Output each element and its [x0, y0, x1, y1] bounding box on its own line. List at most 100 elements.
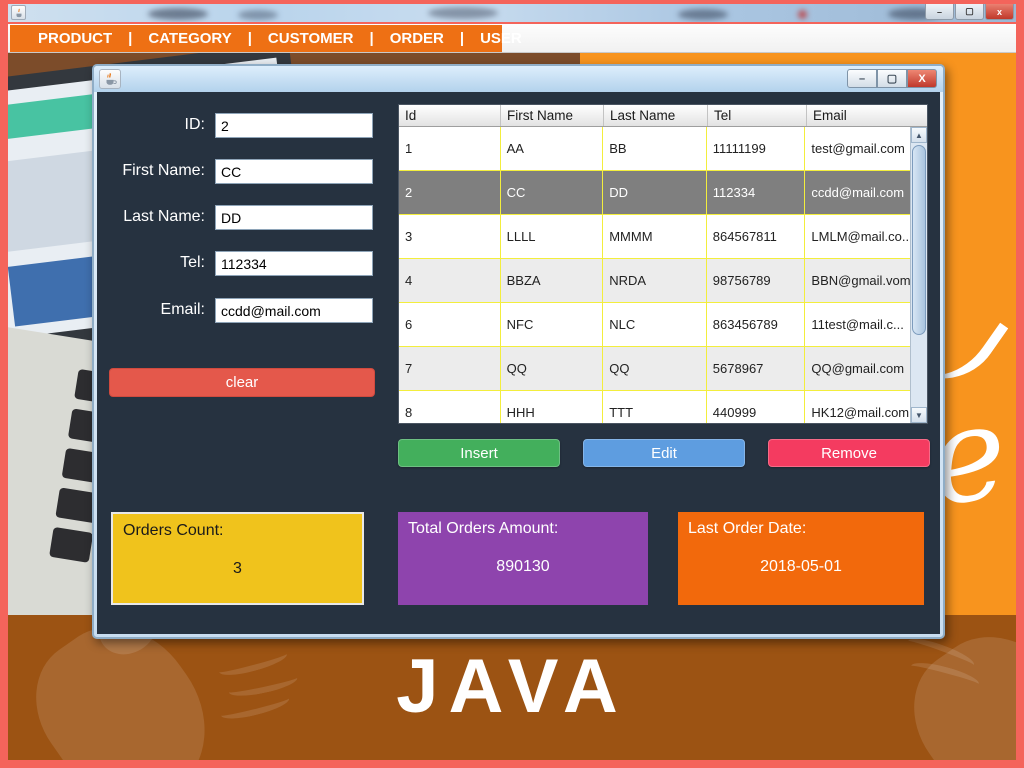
clear-button[interactable]: clear [109, 368, 375, 397]
table-row[interactable]: 6NFCNLC86345678911test@mail.c... [399, 303, 910, 347]
maximize-button[interactable]: ▢ [877, 69, 907, 88]
column-header-id[interactable]: Id [399, 105, 501, 126]
outer-maximize-button[interactable]: ▢ [955, 4, 984, 20]
photo-blur-blob [238, 10, 278, 20]
table-cell: 864567811 [707, 215, 806, 259]
menu-separator: | [357, 30, 385, 47]
outer-minimize-button[interactable]: – [925, 4, 954, 20]
java-cup-glyph [14, 8, 24, 18]
table-cell: BB [603, 127, 707, 171]
insert-button[interactable]: Insert [398, 439, 560, 467]
table-cell: 440999 [707, 391, 806, 424]
photo-blur-blob [678, 9, 728, 20]
table-cell: 6 [399, 303, 501, 347]
column-header-email[interactable]: Email [807, 105, 912, 126]
menu-item-customer[interactable]: CUSTOMER [264, 30, 358, 47]
menu-separator: | [448, 30, 476, 47]
total-orders-amount-label: Total Orders Amount: [408, 520, 638, 538]
column-header-tel[interactable]: Tel [708, 105, 807, 126]
field-row-last-name: Last Name: [97, 205, 387, 230]
application-window: – ▢ x PRODUCT | CATEGORY | CUSTOMER | OR… [0, 0, 1024, 768]
table-cell: LLLL [501, 215, 604, 259]
scrollbar-thumb[interactable] [912, 145, 926, 335]
stat-panel: Orders Count: 3 [111, 512, 364, 605]
menu-item-user[interactable]: USER [476, 30, 526, 47]
table-cell: 7 [399, 347, 501, 391]
window-titlebar[interactable]: – ▢ X [94, 66, 943, 92]
vertical-scrollbar[interactable]: ▲ ▼ [910, 127, 927, 423]
field-row-first-name: First Name: [97, 159, 387, 184]
remove-button[interactable]: Remove [768, 439, 930, 467]
stat-panel: Total Orders Amount: 890130 [398, 512, 648, 605]
table-cell: QQ [603, 347, 707, 391]
last-name-field[interactable] [215, 205, 373, 230]
id-label: ID: [95, 116, 205, 134]
table-cell: HHH [501, 391, 604, 424]
last-order-date-value: 2018-05-01 [678, 558, 924, 576]
menu-item-category[interactable]: CATEGORY [144, 30, 235, 47]
field-row-tel: Tel: [97, 251, 387, 276]
table-cell: 8 [399, 391, 501, 424]
total-orders-amount-value: 890130 [398, 558, 648, 576]
window-controls: – ▢ X [847, 69, 937, 88]
table-cell: HK12@mail.com [805, 391, 910, 424]
minimize-button[interactable]: – [847, 69, 877, 88]
table-row[interactable]: 1AABB11111199test@gmail.com [399, 127, 910, 171]
scroll-up-icon[interactable]: ▲ [911, 127, 927, 143]
table-row[interactable]: 4BBZANRDA98756789BBN@gmail.vom [399, 259, 910, 303]
last-order-date-label: Last Order Date: [688, 520, 914, 538]
table-cell: 11test@mail.c... [805, 303, 910, 347]
brand-text: JAVA [8, 643, 1016, 730]
table-cell: 3 [399, 215, 501, 259]
table-cell: 5678967 [707, 347, 806, 391]
column-header-first-name[interactable]: First Name [501, 105, 604, 126]
table-cell: NFC [501, 303, 604, 347]
java-cup-glyph [103, 72, 117, 86]
customer-window: – ▢ X ID: First Name: Last Name: Tel: [92, 64, 945, 639]
photo-blur-blob [798, 10, 807, 19]
id-field[interactable] [215, 113, 373, 138]
table-cell: QQ@gmail.com [805, 347, 910, 391]
outer-close-button[interactable]: x [985, 4, 1014, 20]
window-java-icon[interactable] [99, 69, 121, 89]
tel-field[interactable] [215, 251, 373, 276]
last-name-label: Last Name: [95, 208, 205, 226]
menu-item-order[interactable]: ORDER [386, 30, 448, 47]
orders-count-label: Orders Count: [123, 522, 352, 540]
table-row[interactable]: 3LLLLMMMM864567811LMLM@mail.co... [399, 215, 910, 259]
field-row-id: ID: [97, 113, 387, 138]
email-field[interactable] [215, 298, 373, 323]
table-row[interactable]: 7QQQQ5678967QQ@gmail.com [399, 347, 910, 391]
edit-button[interactable]: Edit [583, 439, 745, 467]
window-content: ID: First Name: Last Name: Tel: Email: c… [97, 92, 940, 634]
table-cell: 112334 [707, 171, 806, 215]
first-name-field[interactable] [215, 159, 373, 184]
table-cell: 98756789 [707, 259, 806, 303]
column-header-last-name[interactable]: Last Name [604, 105, 708, 126]
scroll-down-icon[interactable]: ▼ [911, 407, 927, 423]
table-cell: BBZA [501, 259, 604, 303]
outer-window-controls: – ▢ x [925, 4, 1014, 20]
stat-panel: Last Order Date: 2018-05-01 [678, 512, 924, 605]
table-cell: LMLM@mail.co... [805, 215, 910, 259]
menu-item-product[interactable]: PRODUCT [34, 30, 116, 47]
photo-blur-blob [148, 8, 208, 20]
table-body: 1AABB11111199test@gmail.com2CCDD112334cc… [399, 127, 910, 423]
table-cell: MMMM [603, 215, 707, 259]
first-name-label: First Name: [95, 162, 205, 180]
table-cell: DD [603, 171, 707, 215]
table-cell: ccdd@mail.com [805, 171, 910, 215]
close-button[interactable]: X [907, 69, 937, 88]
table-cell: CC [501, 171, 604, 215]
table-cell: test@gmail.com [805, 127, 910, 171]
app-java-icon [11, 5, 26, 20]
orders-count-value: 3 [113, 560, 362, 578]
table-cell: 11111199 [707, 127, 806, 171]
table-cell: BBN@gmail.vom [805, 259, 910, 303]
photo-blur-blob [428, 7, 498, 19]
outer-titlebar: – ▢ x [8, 4, 1016, 22]
menu-separator: | [116, 30, 144, 47]
table-row[interactable]: 2CCDD112334ccdd@mail.com [399, 171, 910, 215]
table-row[interactable]: 8HHHTTT440999HK12@mail.com [399, 391, 910, 424]
table-cell: NLC [603, 303, 707, 347]
